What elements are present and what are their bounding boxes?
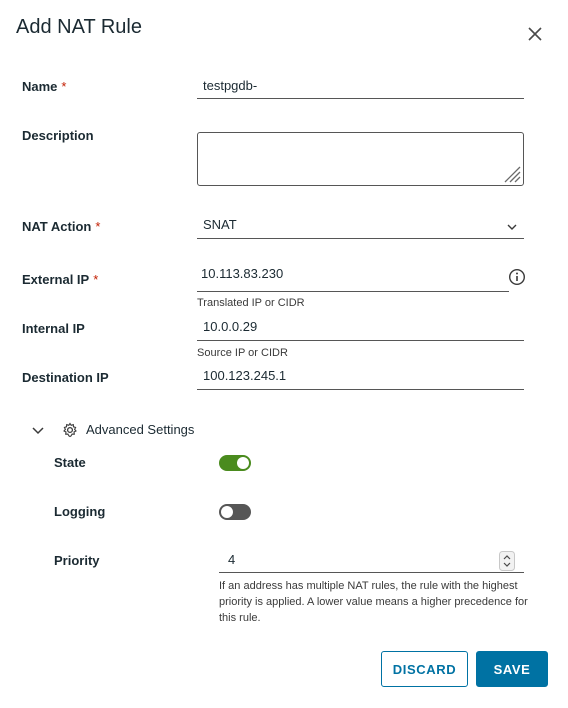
internal-ip-label: Internal IP xyxy=(22,321,85,336)
description-textarea[interactable] xyxy=(197,132,524,186)
info-icon[interactable] xyxy=(508,268,526,286)
external-ip-field[interactable]: 10.113.83.230 xyxy=(197,266,509,292)
nat-action-label: NAT Action * xyxy=(22,219,101,234)
logging-label: Logging xyxy=(54,504,106,519)
gear-icon xyxy=(63,422,77,438)
nat-action-select[interactable]: SNAT xyxy=(197,217,524,239)
priority-label: Priority xyxy=(54,553,100,568)
required-marker: * xyxy=(93,272,99,287)
stepper-icon[interactable] xyxy=(499,551,515,571)
close-icon[interactable] xyxy=(526,25,544,43)
description-label: Description xyxy=(22,128,94,143)
save-button[interactable]: SAVE xyxy=(476,651,548,687)
modal-title: Add NAT Rule xyxy=(16,16,142,38)
external-ip-label: External IP * xyxy=(22,272,99,287)
resize-handle-icon[interactable] xyxy=(501,163,521,183)
destination-ip-label: Destination IP xyxy=(22,370,109,385)
advanced-settings-toggle[interactable]: Advanced Settings xyxy=(86,422,194,437)
discard-button[interactable]: DISCARD xyxy=(381,651,468,687)
state-label: State xyxy=(54,455,86,470)
toggle-knob xyxy=(221,506,233,518)
priority-helper: If an address has multiple NAT rules, th… xyxy=(219,580,528,624)
name-field[interactable]: testpgdb- xyxy=(197,78,524,99)
name-label: Name * xyxy=(22,79,67,94)
internal-ip-helper: Source IP or CIDR xyxy=(197,347,288,359)
priority-input[interactable]: 4 xyxy=(219,549,524,573)
required-marker: * xyxy=(95,219,101,234)
internal-ip-field[interactable]: 10.0.0.29 xyxy=(197,319,524,341)
external-ip-helper: Translated IP or CIDR xyxy=(197,297,305,309)
state-toggle[interactable] xyxy=(219,455,251,471)
chevron-down-icon xyxy=(507,224,517,230)
logging-toggle[interactable] xyxy=(219,504,251,520)
required-marker: * xyxy=(61,79,67,94)
toggle-knob xyxy=(237,457,249,469)
destination-ip-field[interactable]: 100.123.245.1 xyxy=(197,368,524,390)
chevron-down-icon[interactable] xyxy=(31,424,45,438)
